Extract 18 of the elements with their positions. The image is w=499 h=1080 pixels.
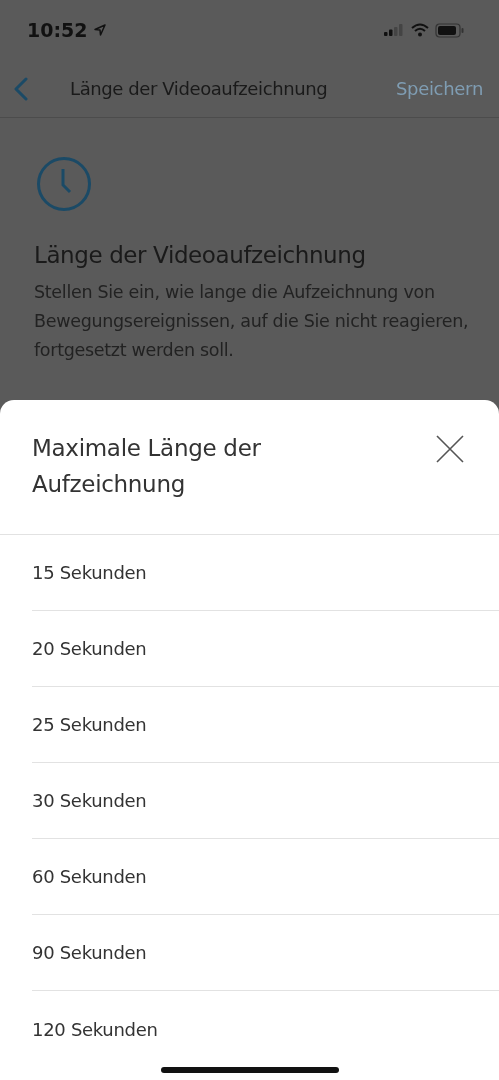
location-arrow-icon <box>93 23 108 37</box>
duration-option[interactable]: 15 Sekunden <box>32 535 499 611</box>
signal-icon <box>383 23 405 37</box>
duration-option[interactable]: 25 Sekunden <box>32 687 499 763</box>
duration-option[interactable]: 30 Sekunden <box>32 763 499 839</box>
status-time: 10:52 <box>27 19 88 41</box>
nav-title: Länge der Videoaufzeichnung <box>70 78 329 99</box>
duration-option[interactable]: 120 Sekunden <box>32 991 499 1067</box>
close-button[interactable] <box>435 434 465 464</box>
battery-icon <box>435 22 465 38</box>
wifi-icon <box>411 23 429 37</box>
clock-icon <box>36 156 92 212</box>
section-heading: Länge der Videoaufzeichnung <box>34 242 367 268</box>
sheet-title: Maximale Länge der Aufzeichnung <box>32 434 262 499</box>
section-description: Stellen Sie ein, wie lange die Aufzeichnung von Bewegungsereignissen, auf die Sie nicht reagieren, fortgesetzt werden soll. <box>34 281 470 362</box>
duration-option[interactable]: 60 Sekunden <box>32 839 499 915</box>
duration-option[interactable]: 20 Sekunden <box>32 611 499 687</box>
duration-option[interactable]: 90 Sekunden <box>32 915 499 991</box>
